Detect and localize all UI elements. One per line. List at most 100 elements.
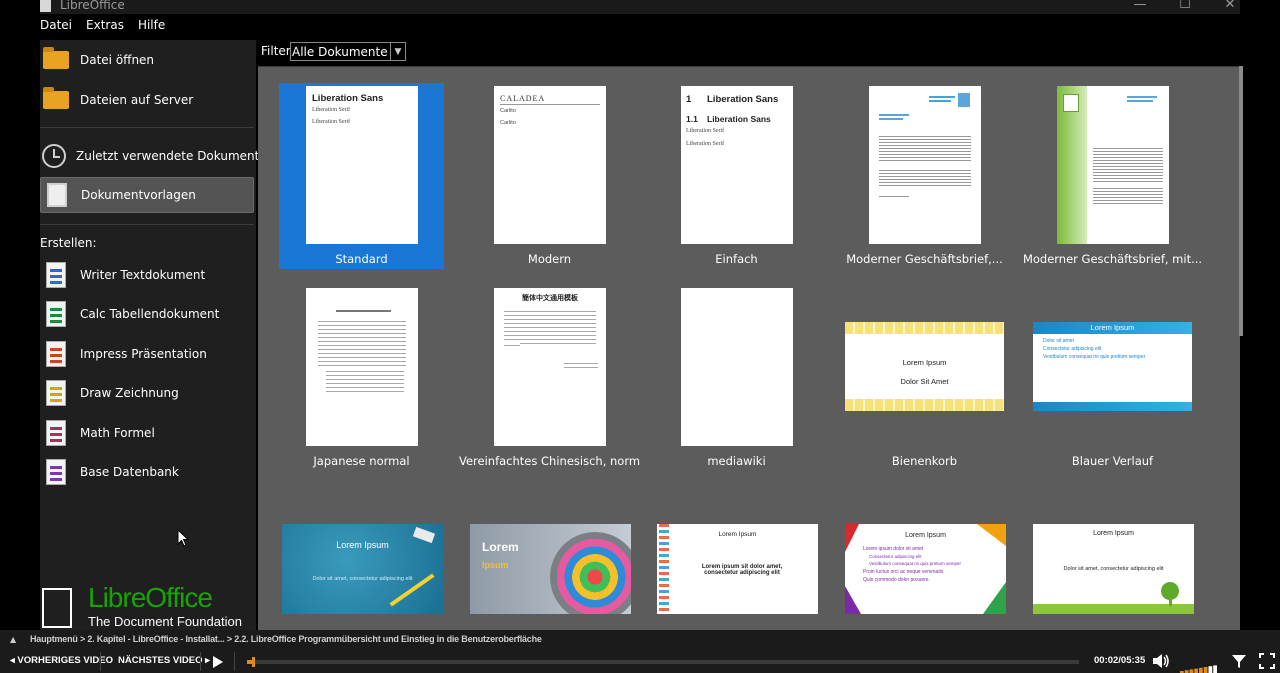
- template-icon: [43, 181, 71, 209]
- thumb-line: Liberation Serif: [686, 141, 725, 147]
- thumb-title: Lorem Ipsum: [336, 540, 389, 550]
- thumb-body-text: [879, 134, 971, 162]
- template-tile-einfach[interactable]: 1 Liberation Sans 1.1 Liberation Sans Li…: [654, 83, 819, 269]
- chevron-down-icon: ▼: [390, 43, 405, 60]
- template-tile-presentation-2[interactable]: Lorem Ipsum: [467, 487, 632, 630]
- thumb-candy-image: [550, 532, 631, 614]
- fullscreen-icon[interactable]: [1259, 653, 1275, 669]
- menu-extras[interactable]: Extras: [86, 18, 124, 38]
- logo-document-icon: [42, 588, 72, 628]
- recent-documents-button[interactable]: Zuletzt verwendete Dokumente: [40, 138, 267, 174]
- create-draw-label: Draw Zeichnung: [80, 386, 179, 400]
- base-icon: [42, 458, 70, 486]
- templates-button[interactable]: Dokumentvorlagen: [40, 177, 254, 213]
- next-video-button[interactable]: NÄCHSTES VIDEO ▸: [118, 655, 210, 666]
- remote-files-button[interactable]: Dateien auf Server: [40, 82, 254, 118]
- template-tile-modern[interactable]: CALADEA Carlito Carlito Modern: [467, 83, 632, 269]
- template-tile-mediawiki[interactable]: mediawiki: [654, 285, 819, 471]
- create-base-button[interactable]: Base Datenbank: [40, 454, 254, 490]
- volume-level-bar: [1213, 665, 1217, 673]
- thumb-honeycomb-bottom: [845, 399, 1004, 411]
- create-draw-button[interactable]: Draw Zeichnung: [40, 375, 254, 411]
- template-tile-bienenkorb[interactable]: Lorem Ipsum Dolor Sit Amet Bienenkorb: [842, 285, 1007, 471]
- volume-level-bar: [1194, 668, 1198, 673]
- thumb-bullet: Vestibulum consequat mi quis pretium sem…: [869, 561, 962, 566]
- video-time: 00:02/05:35: [1094, 655, 1146, 666]
- template-tile-chinese[interactable]: 簡体中文通用模板 Vereinfachtes Chinesisch, norma…: [459, 285, 640, 471]
- create-math-button[interactable]: Math Formel: [40, 415, 254, 451]
- thumb-subtitle: Dolor sit amet, consectetur adipiscing e…: [1063, 566, 1164, 572]
- volume-level-bar: [1208, 666, 1213, 673]
- thumb-heading: Liberation Sans: [312, 93, 384, 104]
- volume-icon[interactable]: [1152, 653, 1170, 669]
- video-progress-bar[interactable]: [247, 657, 1079, 667]
- thumb-title: Lorem Ipsum: [902, 358, 947, 367]
- template-tile-presentation-4[interactable]: Lorem Ipsum Lorem ipsum dolor sit amet C…: [842, 487, 1007, 630]
- open-file-label: Datei öffnen: [80, 53, 155, 67]
- thumb-rule: [500, 104, 600, 105]
- thumb-subtitle: Lorem ipsum sit dolor amet, consectetur …: [701, 564, 783, 576]
- create-impress-label: Impress Präsentation: [80, 347, 207, 361]
- create-impress-button[interactable]: Impress Präsentation: [40, 336, 254, 372]
- play-icon: [213, 655, 223, 668]
- template-tile-japanese[interactable]: Japanese normal: [279, 285, 444, 471]
- thumb-bullet: Lorem ipsum dolor sit amet: [863, 546, 924, 552]
- expand-up-icon[interactable]: ▲: [10, 635, 16, 644]
- play-button[interactable]: [205, 652, 231, 671]
- thumb-line: Carlito: [500, 108, 516, 114]
- template-thumbnail: Lorem Ipsum Lorem ipsum dolor sit amet C…: [845, 524, 1006, 614]
- template-label: Einfach: [715, 252, 758, 266]
- minimize-button[interactable]: —: [1130, 0, 1150, 13]
- thumb-number: 1.1: [686, 114, 698, 124]
- template-tile-presentation-1[interactable]: Lorem Ipsum Dolor sit amet, consectetur …: [279, 487, 444, 630]
- template-grid-scrollbar[interactable]: [1239, 66, 1243, 336]
- thumb-bullet: Consectetur adipiscing elit: [869, 554, 922, 559]
- template-label: Blauer Verlauf: [1071, 454, 1154, 468]
- remote-files-label: Dateien auf Server: [80, 93, 194, 107]
- video-breadcrumb[interactable]: Hauptmenü > 2. Kapitel - LibreOffice - I…: [30, 634, 542, 644]
- thumb-title: Lorem Ipsum: [718, 531, 757, 538]
- close-button[interactable]: ✕: [1220, 0, 1240, 13]
- filter-settings-icon[interactable]: [1231, 653, 1247, 669]
- start-center-sidebar: Datei öffnen Dateien auf Server Zuletzt …: [40, 40, 267, 630]
- template-tile-presentation-3[interactable]: Lorem Ipsum Lorem ipsum sit dolor amet, …: [654, 487, 819, 630]
- template-thumbnail: Lorem Ipsum Dolor Sit Amet: [845, 322, 1004, 411]
- thumb-honeycomb-top: [845, 322, 1004, 334]
- logo-name: LibreOffice: [88, 582, 213, 613]
- filter-dropdown[interactable]: Alle Dokumente ▼: [290, 42, 406, 61]
- remote-folder-icon: [42, 86, 70, 114]
- create-writer-button[interactable]: Writer Textdokument: [40, 257, 254, 293]
- menu-datei[interactable]: Datei: [40, 18, 72, 38]
- volume-slider[interactable]: [1180, 658, 1218, 673]
- thumb-subtitle: Ipsum: [482, 560, 509, 570]
- control-divider: [100, 652, 101, 671]
- template-thumbnail: Lorem Ipsum Dolor sit amet, consectetur …: [282, 524, 443, 614]
- menu-hilfe[interactable]: Hilfe: [138, 18, 165, 38]
- open-file-button[interactable]: Datei öffnen: [40, 42, 254, 78]
- left-black-margin: [0, 0, 40, 630]
- template-tile-business-letter-2[interactable]: Moderner Geschäftsbrief, mit...: [1023, 83, 1202, 269]
- thumb-subtitle: Dolor sit amet, consectetur adipiscing e…: [312, 576, 413, 582]
- thumb-bullet: Quis commodo dolor posuere.: [863, 577, 930, 583]
- template-grid: Liberation Sans Liberation Serif Liberat…: [258, 66, 1240, 630]
- template-label: Vereinfachtes Chinesisch, normal: [459, 454, 640, 468]
- thumb-line: Liberation Serif: [312, 107, 351, 113]
- template-tile-presentation-5[interactable]: Lorem Ipsum Dolor sit amet, consectetur …: [1030, 487, 1195, 630]
- template-tile-standard[interactable]: Liberation Sans Liberation Serif Liberat…: [279, 83, 444, 269]
- template-tile-business-letter[interactable]: Moderner Geschäftsbrief,...: [842, 83, 1007, 269]
- calc-icon: [42, 300, 70, 328]
- impress-icon: [42, 340, 70, 368]
- template-label: mediawiki: [707, 454, 766, 468]
- template-thumbnail: CALADEA Carlito Carlito: [494, 86, 606, 244]
- folder-icon: [42, 46, 70, 74]
- template-tile-blauer-verlauf[interactable]: Lorem Ipsum Dolor sit amet Consectetur a…: [1030, 285, 1195, 471]
- create-calc-button[interactable]: Calc Tabellendokument: [40, 296, 254, 332]
- progress-handle[interactable]: [252, 657, 255, 667]
- create-base-label: Base Datenbank: [80, 465, 179, 479]
- thumb-heading: Liberation Sans: [707, 114, 771, 124]
- maximize-button[interactable]: ☐: [1175, 0, 1195, 13]
- previous-video-button[interactable]: ◂ VORHERIGES VIDEO: [10, 655, 113, 666]
- draw-icon: [42, 379, 70, 407]
- thumb-body-text: [504, 308, 596, 344]
- thumb-title: Lorem Ipsum: [1093, 530, 1134, 537]
